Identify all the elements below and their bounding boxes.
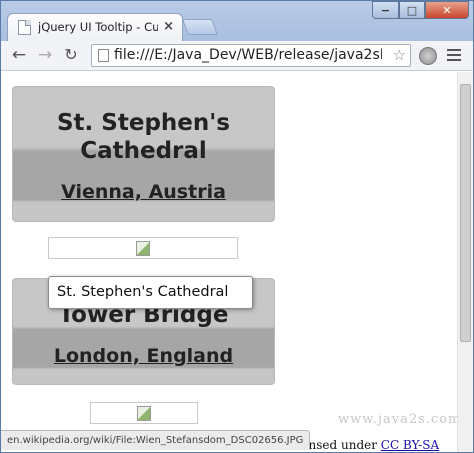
back-button[interactable]: ← <box>9 45 29 65</box>
forward-button[interactable]: → <box>35 45 55 65</box>
page-content: St. Stephen's Cathedral Vienna, Austria … <box>1 72 457 452</box>
address-bar[interactable]: file:///E:/Java_Dev/WEB/release/java2sID… <box>91 44 411 67</box>
extension-icon[interactable] <box>419 47 437 65</box>
bookmark-star-icon[interactable]: ☆ <box>393 46 406 64</box>
broken-image-icon <box>137 406 151 421</box>
location-link[interactable]: London, England <box>13 345 274 367</box>
new-tab-button[interactable] <box>182 19 218 35</box>
page-favicon-icon <box>18 20 31 35</box>
maximize-button[interactable]: □ <box>399 1 425 19</box>
menu-icon[interactable] <box>447 46 461 64</box>
window-controls: − □ ✕ <box>372 1 469 19</box>
browser-toolbar: ← → ↻ file:///E:/Java_Dev/WEB/release/ja… <box>1 41 473 71</box>
card-title: St. Stephen's Cathedral <box>56 110 230 164</box>
scrollbar-thumb[interactable] <box>460 84 471 342</box>
tooltip: St. Stephen's Cathedral <box>48 276 253 309</box>
reload-button[interactable]: ↻ <box>61 45 81 65</box>
minimize-button[interactable]: − <box>372 1 399 19</box>
image-frame[interactable] <box>48 237 238 259</box>
browser-window: jQuery UI Tooltip - Custom × − □ ✕ ← → ↻… <box>0 0 474 453</box>
broken-image-icon <box>136 241 150 256</box>
landmark-card: St. Stephen's Cathedral Vienna, Austria <box>12 86 275 222</box>
title-bar: jQuery UI Tooltip - Custom × − □ ✕ <box>1 1 473 41</box>
vertical-scrollbar[interactable] <box>457 72 473 452</box>
watermark: www.java2s.com <box>338 412 457 427</box>
tab-active[interactable]: jQuery UI Tooltip - Custom × <box>7 13 183 41</box>
image-frame[interactable] <box>90 402 198 424</box>
close-window-button[interactable]: ✕ <box>425 1 469 19</box>
tab-title: jQuery UI Tooltip - Custom <box>38 20 158 34</box>
status-bar-url: en.wikipedia.org/wiki/File:Wien_Stefansd… <box>1 430 311 450</box>
location-link[interactable]: Vienna, Austria <box>13 181 274 203</box>
url-text[interactable]: file:///E:/Java_Dev/WEB/release/java2sID… <box>114 47 382 63</box>
page-icon <box>98 49 109 62</box>
license-link[interactable]: CC BY-SA <box>381 438 439 452</box>
tab-close-icon[interactable]: × <box>163 19 174 34</box>
